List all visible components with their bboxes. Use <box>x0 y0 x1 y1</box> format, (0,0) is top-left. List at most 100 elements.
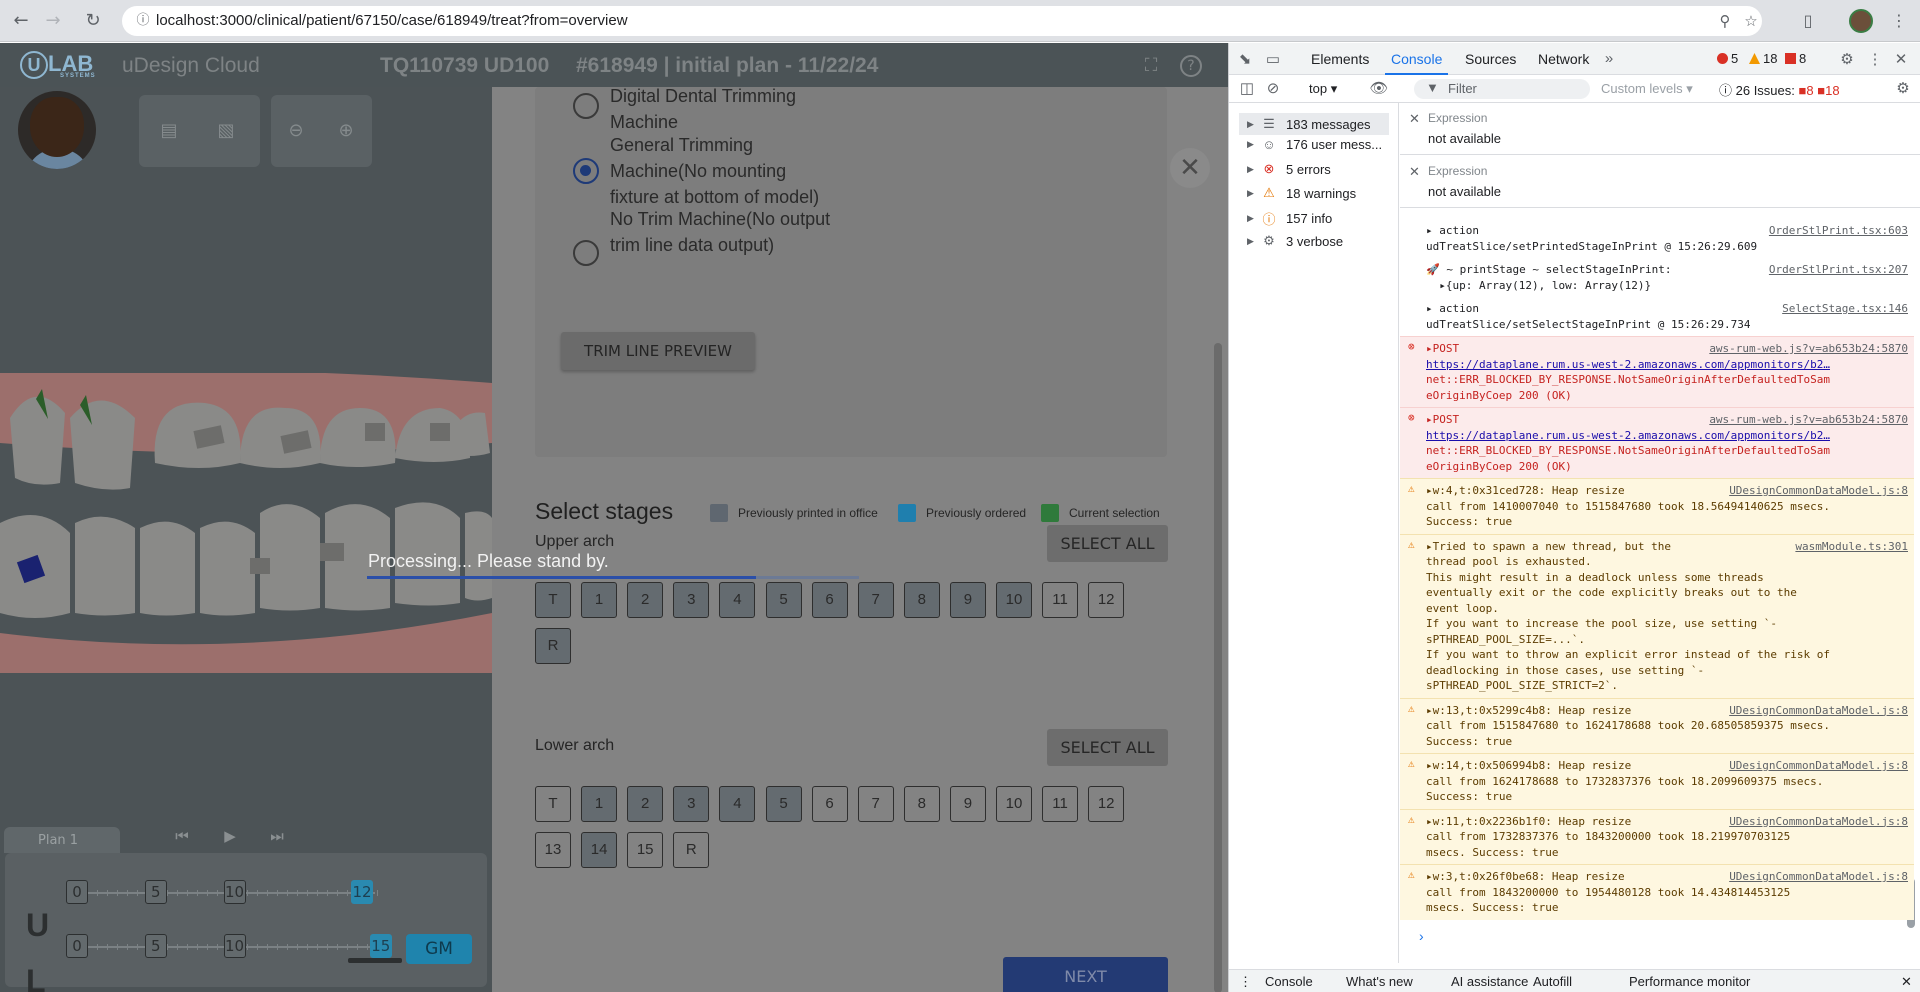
fullscreen-icon[interactable]: ⛶ <box>1140 55 1162 77</box>
source-link[interactable]: UDesignCommonDataModel.js:8 <box>1729 702 1908 718</box>
trim-line-preview-button[interactable]: TRIM LINE PREVIEW <box>561 332 755 370</box>
sidebar-toggle-icon[interactable]: ◫ <box>1237 79 1257 97</box>
expand-arrow-icon[interactable]: ▶ <box>1247 119 1259 130</box>
console-message-warn[interactable]: ⚠ UDesignCommonDataModel.js:8 ▸w:4,t:0x31c… <box>1400 478 1914 534</box>
settings-gear-icon[interactable]: ⚙ <box>1837 50 1857 68</box>
lower-arch-icon[interactable]: ▧ <box>211 117 241 145</box>
profile-avatar[interactable] <box>1849 9 1873 33</box>
drawer-tab-3[interactable]: Autofill <box>1533 974 1572 989</box>
lower-stage-15[interactable]: 15 <box>627 832 664 868</box>
source-link[interactable]: UDesignCommonDataModel.js:8 <box>1729 758 1908 774</box>
source-link[interactable]: aws-rum-web.js?v=ab653b24:5870 <box>1709 341 1908 357</box>
console-settings-icon[interactable]: ⚙ <box>1893 79 1913 97</box>
more-tabs-icon[interactable]: » <box>1599 50 1619 67</box>
devtools-menu-icon[interactable]: ⋮ <box>1865 50 1885 68</box>
lower-stage-10[interactable]: 10 <box>996 786 1032 822</box>
sidebar-item-bug[interactable]: ▶ ⚙ 3 verbose <box>1247 233 1343 249</box>
upper-step-5[interactable]: 5 <box>144 880 167 904</box>
lower-stage-14[interactable]: 14 <box>581 832 618 868</box>
upper-stage-11[interactable]: 11 <box>1042 582 1079 618</box>
source-link[interactable]: OrderStlPrint.tsx:207 <box>1769 262 1908 278</box>
upper-step-12[interactable]: 12 <box>351 880 373 904</box>
console-message-info[interactable]: OrderStlPrint.tsx:207 🚀 ~ printStage ~ se… <box>1400 258 1914 297</box>
sidebar-item-info[interactable]: ▶ ⓘ 157 info <box>1247 209 1332 228</box>
remove-expression-icon[interactable]: ✕ <box>1409 111 1420 127</box>
help-icon[interactable]: ? <box>1180 55 1202 77</box>
drawer-tab-2[interactable]: AI assistance <box>1451 974 1528 989</box>
lower-stage-4[interactable]: 4 <box>719 786 756 822</box>
live-expression-0[interactable]: ✕ Expression not available <box>1400 103 1920 155</box>
tab-network[interactable]: Network <box>1538 51 1589 67</box>
source-link[interactable]: wasmModule.ts:301 <box>1795 538 1908 554</box>
live-expression-1[interactable]: ✕ Expression not available <box>1400 156 1920 208</box>
lower-stage-8[interactable]: 8 <box>903 786 940 822</box>
browser-menu-icon[interactable]: ⋮ <box>1887 9 1911 33</box>
tab-elements[interactable]: Elements <box>1311 51 1369 67</box>
upper-stage-12[interactable]: 12 <box>1088 582 1125 618</box>
drawer-tab-0[interactable]: Console <box>1265 974 1313 989</box>
issues-summary[interactable]: ⓘ 26 Issues: ■8 ■18 <box>1719 80 1840 99</box>
expand-arrow-icon[interactable]: ▶ <box>1247 188 1259 199</box>
gm-button[interactable]: GM <box>406 934 472 964</box>
upper-arch-icon[interactable]: ▤ <box>154 117 184 145</box>
source-link[interactable]: UDesignCommonDataModel.js:8 <box>1729 483 1908 499</box>
upper-stage-T[interactable]: T <box>535 582 571 618</box>
forward-arrow-icon[interactable]: → <box>40 8 66 34</box>
drawer-tab-4[interactable]: Performance monitor <box>1629 974 1750 989</box>
drawer-close-icon[interactable]: ✕ <box>1901 974 1912 990</box>
console-message-err[interactable]: ⊗ aws-rum-web.js?v=ab653b24:5870 ▸POST http… <box>1400 336 1914 407</box>
source-link[interactable]: aws-rum-web.js?v=ab653b24:5870 <box>1709 412 1908 428</box>
warning-count-badge[interactable]: 18 <box>1749 51 1777 66</box>
skip-forward-icon[interactable]: ⏭ <box>265 827 289 845</box>
upper-stage-9[interactable]: 9 <box>949 582 986 618</box>
lower-stage-9[interactable]: 9 <box>949 786 986 822</box>
expand-arrow-icon[interactable]: ▶ <box>1247 213 1259 224</box>
context-selector[interactable]: top ▾ <box>1309 81 1337 97</box>
source-link[interactable]: UDesignCommonDataModel.js:8 <box>1729 869 1908 885</box>
console-message-err[interactable]: ⊗ aws-rum-web.js?v=ab653b24:5870 ▸POST http… <box>1400 407 1914 478</box>
trim-option-label-0[interactable]: Digital Dental Trimming Machine <box>610 83 796 135</box>
tab-sources[interactable]: Sources <box>1465 51 1516 67</box>
zoom-in-icon[interactable]: ⊕ <box>331 117 361 145</box>
zoom-out-icon[interactable]: ⊖ <box>281 117 311 145</box>
site-info-icon[interactable]: ⓘ <box>134 12 152 30</box>
trim-option-radio-0[interactable] <box>573 93 599 119</box>
sidebar-item-list[interactable]: ▶ ☰ 183 messages <box>1239 113 1389 135</box>
lower-stage-7[interactable]: 7 <box>857 786 894 822</box>
play-icon[interactable]: ▶ <box>218 827 242 845</box>
upper-stage-6[interactable]: 6 <box>811 582 848 618</box>
live-expression-eye-icon[interactable]: 👁 <box>1369 79 1389 97</box>
lower-step-5[interactable]: 5 <box>144 934 167 958</box>
console-message-warn[interactable]: ⚠ UDesignCommonDataModel.js:8 ▸w:13,t:0x52… <box>1400 697 1914 753</box>
reload-icon[interactable]: ↻ <box>80 8 106 34</box>
upper-stage-8[interactable]: 8 <box>903 582 940 618</box>
trim-option-label-2[interactable]: No Trim Machine(No output trim line data … <box>610 206 830 258</box>
lower-stage-3[interactable]: 3 <box>673 786 710 822</box>
close-icon[interactable]: ✕ <box>1170 148 1210 188</box>
sidebar-item-warning[interactable]: ▶ ⚠ 18 warnings <box>1247 185 1356 201</box>
drawer-tab-1[interactable]: What's new <box>1346 974 1413 989</box>
lower-step-10[interactable]: 10 <box>223 934 246 958</box>
upper-step-0[interactable]: 0 <box>66 880 88 904</box>
address-bar[interactable]: ⓘ localhost:3000/clinical/patient/67150/… <box>122 6 1762 36</box>
lower-stage-6[interactable]: 6 <box>811 786 848 822</box>
panel-scrollbar[interactable] <box>1214 343 1222 992</box>
skip-back-icon[interactable]: ⏮ <box>170 827 194 845</box>
source-link[interactable]: UDesignCommonDataModel.js:8 <box>1729 813 1908 829</box>
expand-arrow-icon[interactable]: ▶ <box>1247 139 1259 150</box>
tab-console[interactable]: Console <box>1384 51 1449 75</box>
console-message-warn[interactable]: ⚠ UDesignCommonDataModel.js:8 ▸w:11,t:0x22… <box>1400 808 1914 864</box>
upper-stage-1[interactable]: 1 <box>581 582 618 618</box>
slider-handle[interactable] <box>348 958 402 963</box>
console-message-warn[interactable]: ⚠ UDesignCommonDataModel.js:8 ▸w:3,t:0x26f… <box>1400 864 1914 920</box>
lower-stage-11[interactable]: 11 <box>1042 786 1079 822</box>
lower-stage-12[interactable]: 12 <box>1088 786 1125 822</box>
teeth-model[interactable] <box>0 373 492 673</box>
remove-expression-icon[interactable]: ✕ <box>1409 164 1420 180</box>
sidebar-item-error[interactable]: ▶ ⊗ 5 errors <box>1247 161 1331 177</box>
lower-stage-13[interactable]: 13 <box>535 832 571 868</box>
extensions-icon[interactable]: ▯ <box>1796 9 1820 33</box>
source-link[interactable]: SelectStage.tsx:146 <box>1782 301 1908 317</box>
error-count-badge[interactable]: 5 <box>1717 51 1738 66</box>
console-message-warn[interactable]: ⚠ UDesignCommonDataModel.js:8 ▸w:14,t:0x50… <box>1400 753 1914 809</box>
